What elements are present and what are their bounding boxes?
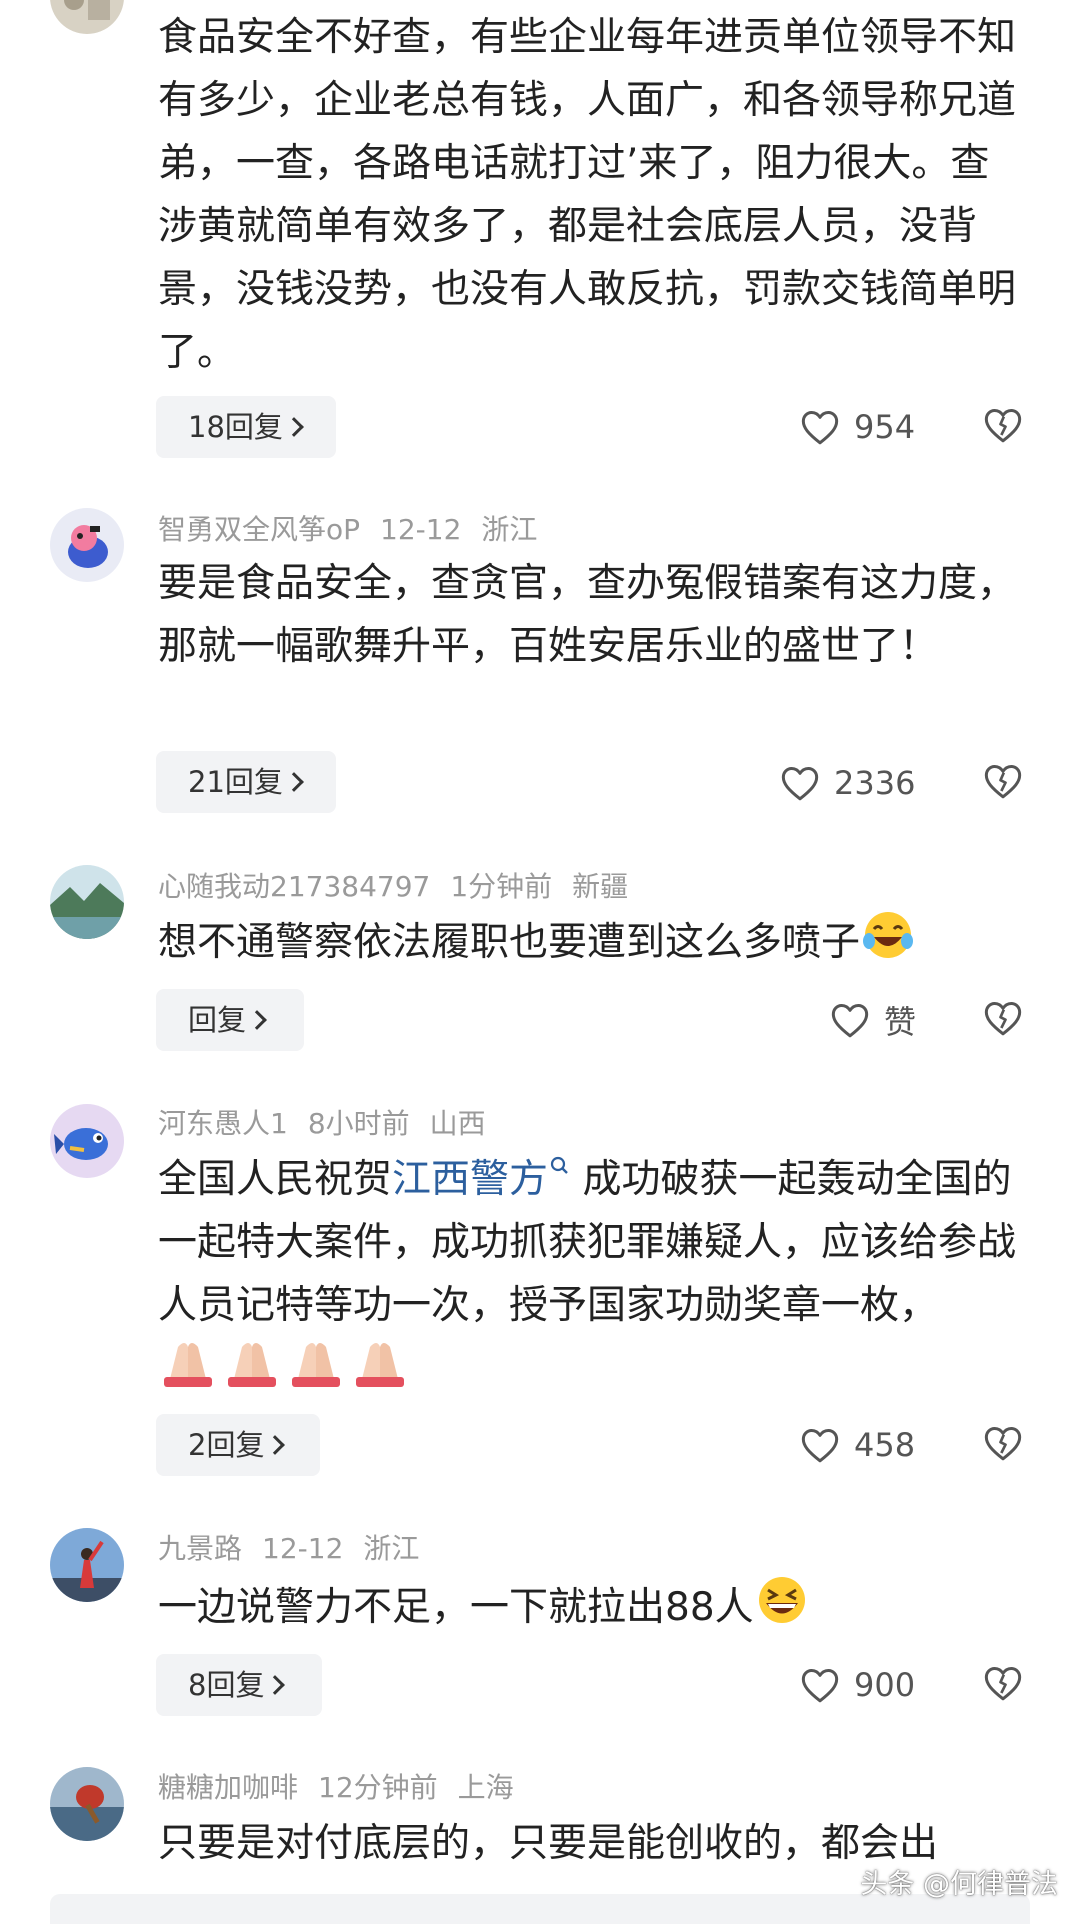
avatar[interactable] [50,1104,124,1178]
comment-meta: 糖糖加咖啡 12分钟前 上海 [158,1770,534,1806]
comment-text: 要是食品安全，查贪官，查办冤假错案有这力度，那就一幅歌舞升平，百姓安居乐业的盛世… [158,561,1017,669]
broken-heart-icon [984,1427,1022,1461]
username[interactable]: 心随我动217384797 [158,870,430,903]
topic-label: 江西警方 [392,1157,549,1202]
avatar[interactable] [50,1528,124,1602]
username[interactable]: 智勇双全风筝oP [158,513,360,546]
comment-meta: 智勇双全风筝oP 12-12 浙江 [158,512,557,548]
comment-text-before: 全国人民祝贺 [158,1157,393,1202]
reply-button[interactable]: 2回复 [156,1414,320,1476]
chevron-right-icon [247,1010,267,1030]
comment-location: 新疆 [572,870,629,903]
like-count: 954 [854,408,916,446]
dislike-button[interactable] [983,999,1023,1041]
comment-location: 山西 [429,1107,486,1140]
reply-label: 21回复 [188,765,283,799]
like-count: 458 [854,1426,916,1464]
comment-text-content: 想不通警察依法履职也要遭到这么多喷子 [158,920,861,965]
heart-outline-icon [831,1004,869,1038]
comment-text-content: 一边说警力不足，一下就拉出88人 [158,1585,754,1630]
reply-button[interactable]: 21回复 [156,751,336,813]
dislike-button[interactable] [983,762,1023,804]
heart-outline-icon [801,411,839,445]
grinning-squinting-emoji [754,1574,810,1645]
chevron-right-icon [284,772,304,792]
like-button[interactable]: 954 [800,407,915,447]
broken-heart-icon [984,409,1022,443]
dislike-button[interactable] [983,1424,1023,1466]
username[interactable]: 九景路 [158,1532,242,1565]
reply-button[interactable]: 8回复 [156,1654,322,1716]
broken-heart-icon [984,1002,1022,1036]
comment-time: 1分钟前 [450,870,553,903]
reply-label: 8回复 [188,1668,265,1702]
comment-text: 全国人民祝贺江西警方 成功破获一起轰动全国的一起特大案件，成功抓获犯罪嫌疑人，应… [158,1148,1018,1408]
watermark: 头条 @何律普法 [860,1869,1058,1900]
heart-outline-icon [801,1429,839,1463]
broken-heart-icon [984,1667,1022,1701]
comment-text: 食品安全不好查，有些企业每年进贡单位领导不知有多少，企业老总有钱，人面广，和各领… [158,15,1017,375]
reply-label: 回复 [188,1003,247,1037]
comment-meta: 九景路 12-12 浙江 [158,1531,439,1567]
like-button[interactable]: 458 [800,1425,915,1465]
comment-location: 上海 [457,1771,514,1804]
comment-location: 浙江 [363,1532,420,1565]
chevron-right-icon [265,1435,286,1455]
like-button[interactable]: 赞 [830,1000,917,1041]
like-count: 赞 [884,1003,917,1041]
comment-time: 12-12 [380,513,462,546]
search-icon [550,1156,568,1174]
avatar[interactable] [50,865,124,939]
avatar[interactable] [50,0,124,34]
heart-outline-icon [781,767,819,801]
comment-time: 12-12 [262,1532,344,1565]
reply-label: 18回复 [188,410,283,444]
comment-meta: 河东愚人1 8小时前 山西 [158,1106,506,1142]
username[interactable]: 河东愚人1 [158,1107,288,1140]
broken-heart-icon [984,765,1022,799]
comment-text: 想不通警察依法履职也要遭到这么多喷子 [158,909,1018,980]
reply-label: 2回复 [188,1428,265,1462]
username[interactable]: 糖糖加咖啡 [158,1771,298,1804]
like-count: 900 [854,1666,916,1704]
like-count: 2336 [834,764,916,802]
comment-location: 浙江 [481,513,538,546]
dislike-button[interactable] [983,1664,1023,1706]
heart-outline-icon [801,1669,839,1703]
like-button[interactable]: 900 [800,1665,915,1705]
laughing-crying-emoji [860,909,916,980]
comment-text: 一边说警力不足，一下就拉出88人 [158,1574,1018,1645]
avatar[interactable] [50,508,124,582]
comment-time: 12分钟前 [318,1771,438,1804]
dislike-button[interactable] [983,406,1023,448]
chevron-right-icon [284,417,304,437]
folded-hands-emoji [158,1337,408,1408]
chevron-right-icon [265,1675,286,1695]
like-button[interactable]: 2336 [780,763,915,803]
topic-link[interactable]: 江西警方 [392,1156,570,1202]
comment-time: 8小时前 [307,1107,410,1140]
reply-button[interactable]: 18回复 [156,396,336,458]
avatar[interactable] [50,1767,124,1841]
comment-meta: 心随我动217384797 1分钟前 新疆 [158,869,648,905]
reply-button[interactable]: 回复 [156,989,304,1051]
